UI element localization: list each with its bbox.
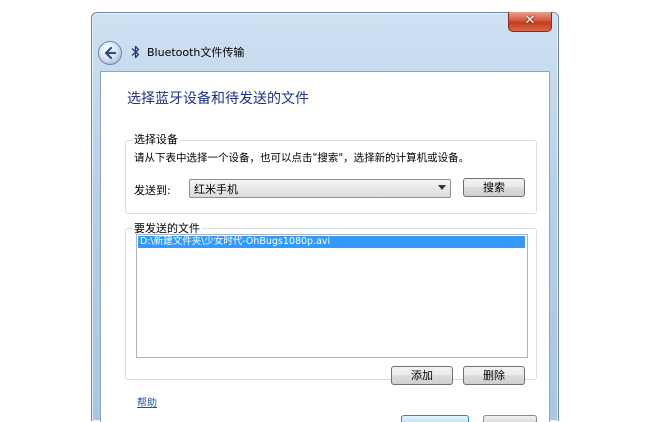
search-button[interactable]: 搜索 <box>463 178 525 197</box>
device-dropdown[interactable]: 红米手机 <box>189 179 451 198</box>
window-title: Bluetooth文件传输 <box>147 46 245 59</box>
dialog-content: 选择蓝牙设备和待发送的文件 选择设备 请从下表中选择一个设备，也可以点击"搜索"… <box>100 71 550 422</box>
close-icon: ✕ <box>524 13 536 28</box>
back-arrow-icon <box>104 46 117 60</box>
back-button[interactable] <box>98 41 122 65</box>
add-file-button[interactable]: 添加 <box>391 366 453 385</box>
secondary-footer-button[interactable] <box>483 415 537 422</box>
close-button[interactable]: ✕ <box>508 12 552 32</box>
bluetooth-transfer-window: ✕ Bluetooth文件传输 选择蓝牙设备和待发送的文件 选择设备 请从下表中… <box>91 12 559 422</box>
help-link[interactable]: 帮助 <box>137 394 157 409</box>
send-to-label: 发送到: <box>134 184 171 197</box>
page-heading: 选择蓝牙设备和待发送的文件 <box>127 91 309 107</box>
delete-file-button[interactable]: 删除 <box>463 366 525 385</box>
primary-footer-button[interactable] <box>401 415 469 422</box>
device-group-label: 选择设备 <box>132 131 180 147</box>
chevron-down-icon <box>438 185 446 190</box>
bluetooth-icon <box>131 45 140 59</box>
file-list[interactable]: D:\新建文件夹\少女时代-OhBugs1080p.avi <box>136 234 528 358</box>
device-instruction: 请从下表中选择一个设备，也可以点击"搜索"，选择新的计算机或设备。 <box>134 152 470 164</box>
selected-device: 红米手机 <box>194 183 238 196</box>
file-list-item[interactable]: D:\新建文件夹\少女时代-OhBugs1080p.avi <box>138 236 525 248</box>
